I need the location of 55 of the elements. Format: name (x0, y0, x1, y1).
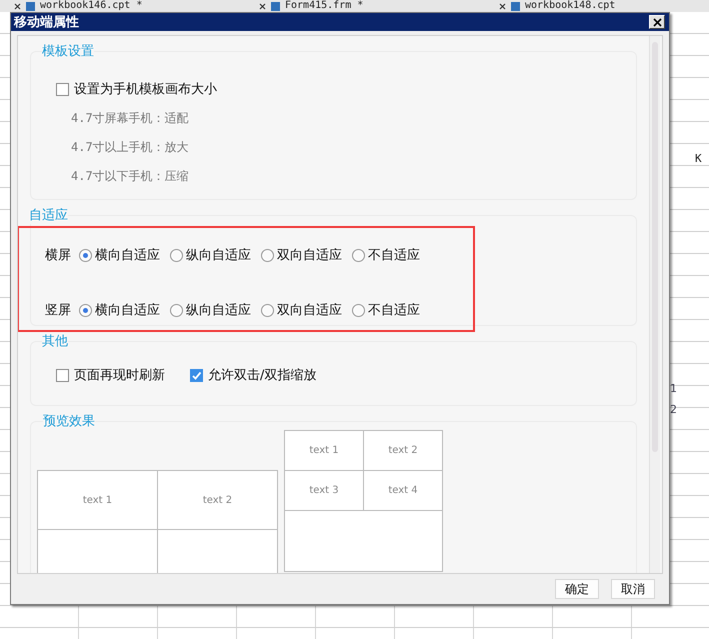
radio-label[interactable]: 横向自适应 (95, 301, 160, 319)
section-title: 预览效果 (43, 413, 95, 430)
checkbox[interactable] (190, 368, 203, 382)
close-icon (652, 18, 662, 26)
orientation-label: 横屏 (45, 247, 72, 264)
document-icon (26, 2, 35, 10)
table-cell: text 3 (285, 471, 364, 511)
table-cell: text 2 (158, 471, 278, 530)
radio-button[interactable] (261, 248, 274, 262)
section-title: 模板设置 (42, 43, 94, 60)
close-icon[interactable] (14, 2, 21, 10)
radio-label[interactable]: 双向自适应 (277, 301, 342, 319)
table-cell: text 2 (364, 431, 443, 471)
section-title: 自适应 (29, 207, 68, 224)
checkbox[interactable] (56, 82, 69, 96)
table-cell: text 1 (285, 431, 364, 471)
radio-button[interactable] (170, 304, 183, 316)
radio-label[interactable]: 不自适应 (368, 301, 420, 319)
radio-label[interactable]: 纵向自适应 (186, 301, 251, 319)
radio-button[interactable] (261, 304, 274, 316)
radio-label[interactable]: 不自适应 (368, 246, 420, 264)
hint-text: 4.7寸屏幕手机：适配 (71, 110, 190, 127)
row-number: 2 (670, 403, 677, 416)
dialog-button[interactable]: 确定 (555, 579, 599, 599)
close-icon[interactable] (259, 2, 266, 10)
checkbox[interactable] (56, 368, 69, 382)
table-cell: text 1 (38, 471, 158, 530)
scrollbar[interactable] (649, 36, 660, 573)
orientation-label: 竖屏 (45, 302, 72, 319)
checkbox-label[interactable]: 允许双击/双指缩放 (208, 366, 316, 384)
checkbox-label[interactable]: 页面再现时刷新 (74, 366, 165, 384)
radio-button[interactable] (352, 248, 365, 262)
column-header: K (695, 152, 702, 165)
radio-button[interactable] (170, 248, 183, 262)
hint-text: 4.7寸以下手机：压缩 (71, 168, 190, 185)
table-cell: text 4 (364, 471, 443, 511)
radio-button[interactable] (79, 248, 92, 262)
section-title: 其他 (42, 333, 68, 350)
row-number: 1 (670, 382, 677, 395)
radio-label[interactable]: 横向自适应 (95, 246, 160, 264)
window-title: 移动端属性 (14, 14, 79, 31)
dialog-button[interactable]: 取消 (611, 579, 655, 599)
radio-label[interactable]: 双向自适应 (277, 246, 342, 264)
radio-button[interactable] (352, 304, 365, 316)
close-button[interactable] (649, 15, 665, 29)
hint-text: 4.7寸以上手机：放大 (71, 139, 190, 156)
document-icon (511, 2, 520, 10)
tab-label[interactable]: workbook148.cpt (525, 0, 616, 12)
close-icon[interactable] (499, 2, 506, 10)
tab-label[interactable]: Form415.frm * (285, 0, 364, 12)
radio-button[interactable] (79, 304, 92, 316)
document-icon (271, 2, 280, 10)
checkbox-label[interactable]: 设置为手机模板画布大小 (74, 80, 217, 98)
tab-label[interactable]: workbook146.cpt * (40, 0, 142, 12)
radio-label[interactable]: 纵向自适应 (186, 246, 251, 264)
